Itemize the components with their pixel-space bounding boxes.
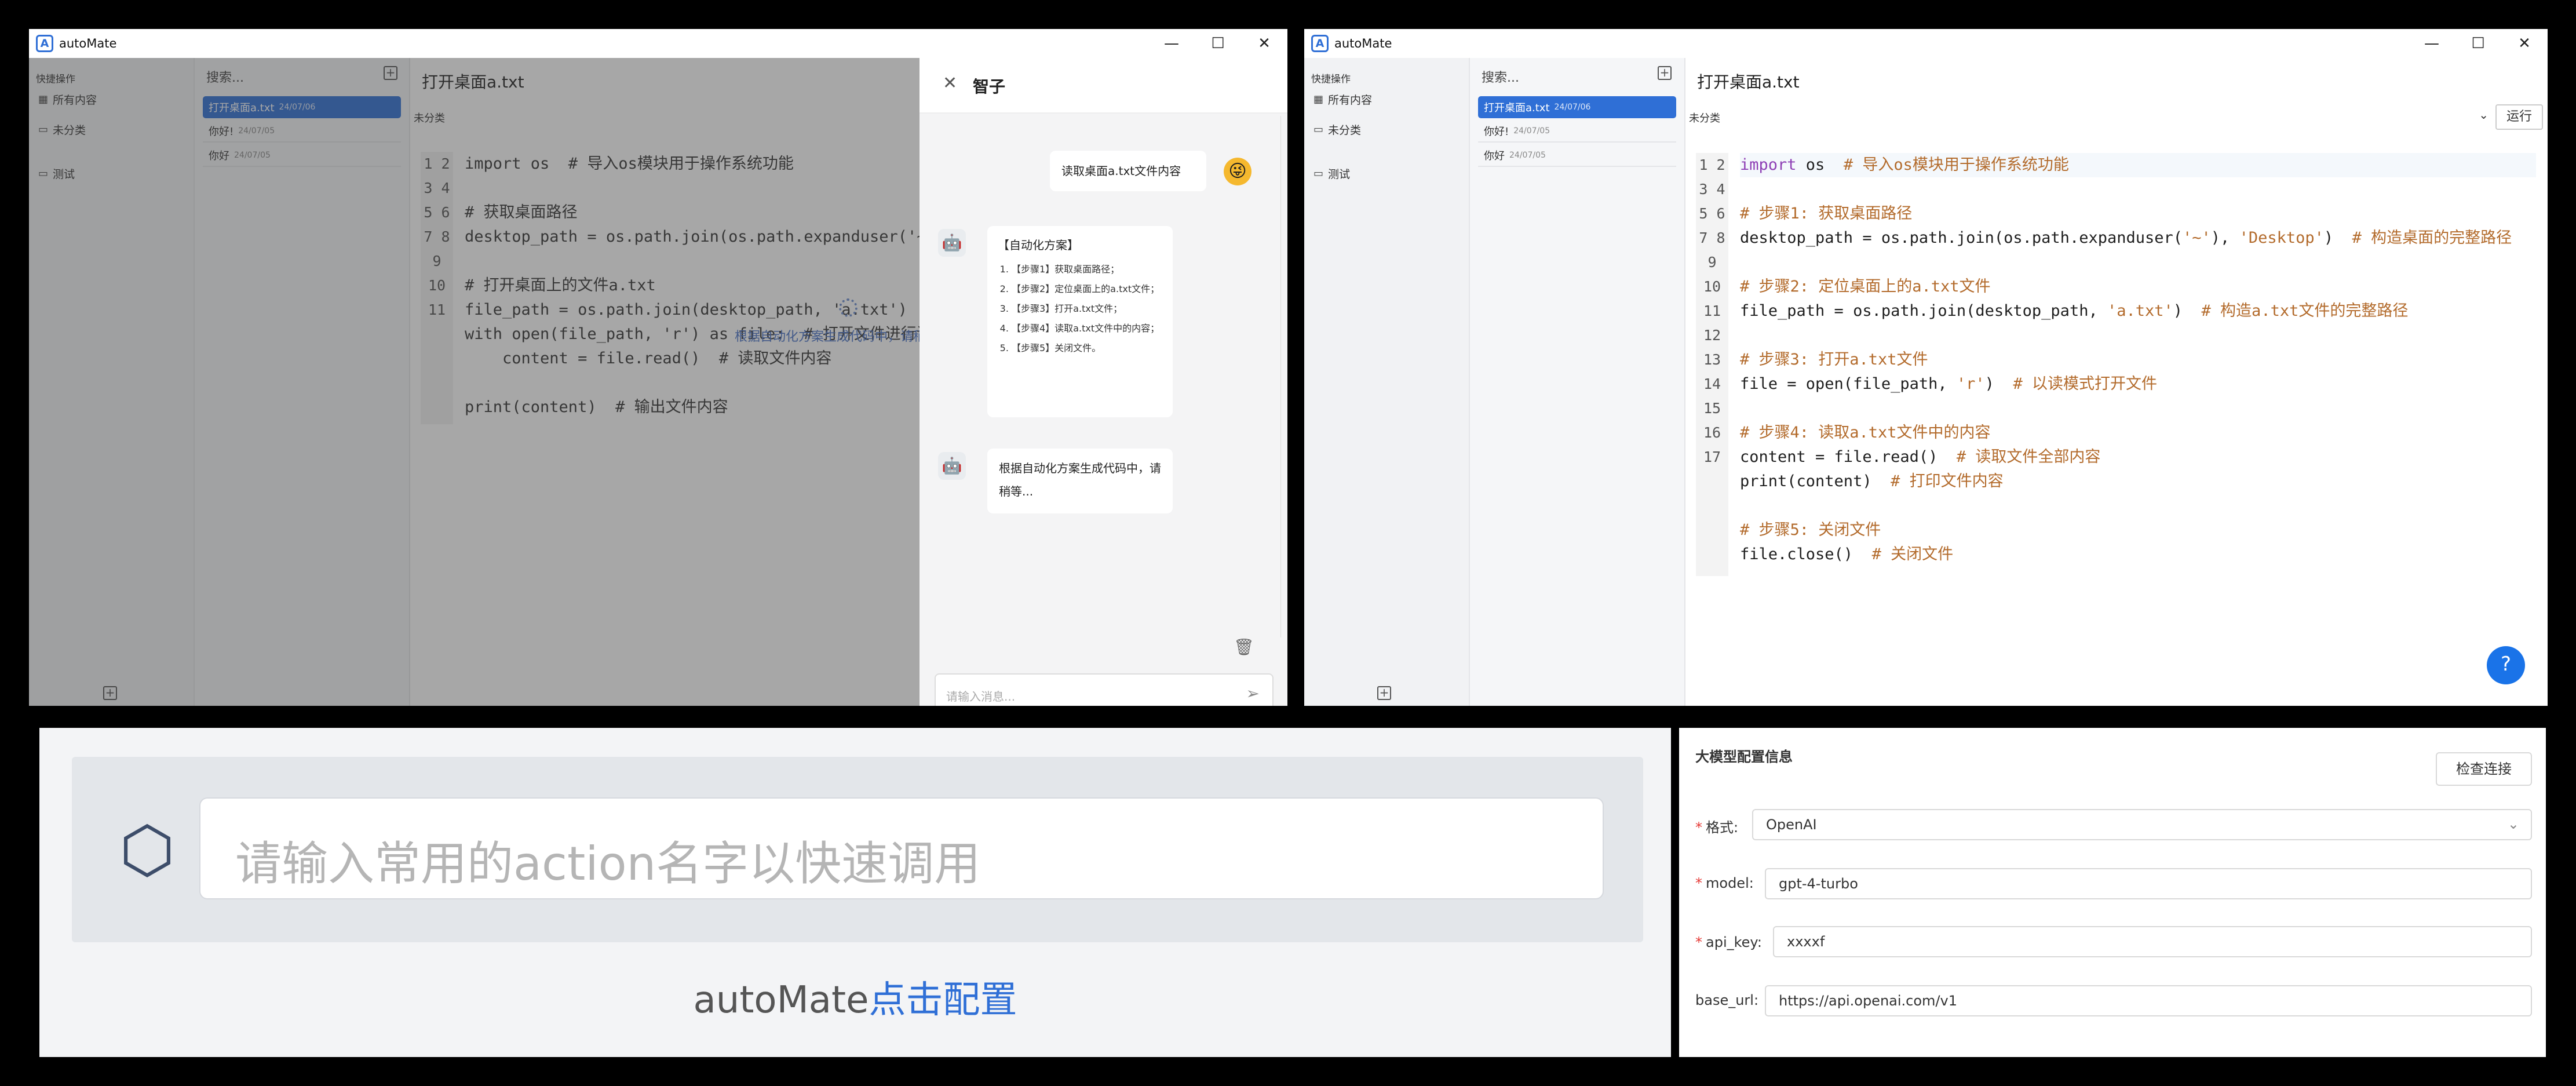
app-logo-icon: A <box>1311 35 1329 52</box>
maximize-button[interactable]: ☐ <box>2455 29 2501 58</box>
user-message: 读取桌面a.txt文件内容 <box>1050 151 1206 191</box>
left-window: A autoMate — ☐ ✕ 快捷操作 ▦ 所有内容 ▭ 未分类 ▭ 测试 + 搜… <box>29 29 1287 706</box>
editor-title: 打开桌面a.txt <box>1697 72 1800 92</box>
config-link[interactable]: 点击配置 <box>869 979 1017 1022</box>
quick-bar: ⬡ 请输入常用的action名字以快速调用 <box>72 757 1643 942</box>
delete-chat-icon[interactable]: 🗑 <box>1234 637 1254 657</box>
help-button[interactable]: ? <box>2487 646 2525 684</box>
config-footer: autoMate点击配置 <box>693 979 1017 1022</box>
maximize-button[interactable]: ☐ <box>1195 29 1241 58</box>
modal-overlay[interactable] <box>29 58 920 706</box>
config-title: 大模型配置信息 <box>1695 749 1793 765</box>
note-item[interactable]: 你好! 24/07/05 <box>1478 121 1676 143</box>
chat-title: 智子 <box>973 77 1006 96</box>
close-drawer-icon[interactable]: ✕ <box>943 73 957 93</box>
sidebar-item-test[interactable]: ▭ 测试 <box>1313 166 1350 181</box>
base-url-label: base_url: <box>1695 992 1759 1008</box>
bot-avatar-icon: 🤖 <box>938 452 966 480</box>
run-button[interactable]: 运行 <box>2495 104 2543 130</box>
editor: 打开桌面a.txt 未分类 ⌄ 运行 1 2 3 4 5 6 7 8 9 10 … <box>1685 58 2548 706</box>
message-input[interactable]: 请输入消息... ➢ <box>935 673 1274 706</box>
sidebar-item-all[interactable]: ▦ 所有内容 <box>1313 92 1372 107</box>
base-url-input[interactable]: https://api.openai.com/v1 <box>1765 985 2532 1016</box>
check-connection-button[interactable]: 检查连接 <box>2436 752 2532 786</box>
api-key-label: * api_key: <box>1695 934 1762 950</box>
status-message: 根据自动化方案生成代码中，请稍等... <box>987 449 1173 513</box>
api-key-input[interactable]: xxxxf <box>1773 926 2532 957</box>
hexagon-settings-icon: ⬡ <box>119 812 176 887</box>
folder-icon: ▭ <box>1313 167 1324 180</box>
folder-icon: ▭ <box>1313 123 1324 136</box>
scrollbar[interactable] <box>1280 116 1286 637</box>
title-bar: A autoMate — ☐ ✕ <box>1304 29 2548 58</box>
quick-action-input[interactable]: 请输入常用的action名字以快速调用 <box>199 797 1604 899</box>
app-title: autoMate <box>59 37 117 50</box>
format-label: * 格式: <box>1695 819 1739 836</box>
title-bar: A autoMate — ☐ ✕ <box>29 29 1287 58</box>
close-window-button[interactable]: ✕ <box>1241 29 1287 58</box>
llm-config-panel: 大模型配置信息 检查连接 * 格式: OpenAI ⌄ * model: gpt-4-… <box>1679 728 2546 1057</box>
grid-icon: ▦ <box>1313 93 1324 105</box>
category-select[interactable]: 未分类 ⌄ <box>1689 108 2489 125</box>
add-category-button[interactable]: + <box>1377 686 1391 700</box>
format-select[interactable]: OpenAI ⌄ <box>1752 809 2532 840</box>
app-logo-icon: A <box>36 35 53 52</box>
plan-step: 【步骤3】打开a.txt文件； <box>1012 299 1162 319</box>
model-label: * model: <box>1695 875 1754 891</box>
code-area[interactable]: import os # 导入os模块用于操作系统功能 # 步骤1: 获取桌面路径… <box>1740 153 2539 567</box>
sidebar: 快捷操作 ▦ 所有内容 ▭ 未分类 ▭ 测试 + <box>1304 58 1470 706</box>
plan-step: 【步骤4】读取a.txt文件中的内容； <box>1012 319 1162 338</box>
sidebar-header: 快捷操作 <box>1311 74 1351 85</box>
bot-avatar-icon: 🤖 <box>938 229 966 257</box>
send-icon[interactable]: ➢ <box>1246 684 1260 703</box>
quick-action-placeholder: 请输入常用的action名字以快速调用 <box>235 837 981 891</box>
notes-list: 搜索... + 打开桌面a.txt 24/07/06 你好! 24/07/05 你好… <box>1470 58 1685 706</box>
user-avatar: 😜 <box>1224 158 1251 185</box>
plan-message: 【自动化方案】 【步骤1】获取桌面路径； 【步骤2】定位桌面上的a.txt文件；… <box>987 226 1173 417</box>
add-note-button[interactable]: + <box>1658 66 1672 80</box>
quick-bar-panel: ⬡ 请输入常用的action名字以快速调用 autoMate点击配置 <box>39 728 1671 1057</box>
close-window-button[interactable]: ✕ <box>2501 29 2548 58</box>
note-item[interactable]: 你好 24/07/05 <box>1478 145 1676 167</box>
app-title: autoMate <box>1334 37 1392 50</box>
message-input-placeholder: 请输入消息... <box>946 690 1016 704</box>
plan-step: 【步骤2】定位桌面上的a.txt文件； <box>1012 279 1162 299</box>
chevron-down-icon: ⌄ <box>2507 816 2519 832</box>
sidebar-item-uncategorized[interactable]: ▭ 未分类 <box>1313 122 1361 137</box>
model-input[interactable]: gpt-4-turbo <box>1765 868 2532 899</box>
minimize-button[interactable]: — <box>2409 29 2455 58</box>
chevron-down-icon: ⌄ <box>2479 108 2489 122</box>
right-window: A autoMate — ☐ ✕ 快捷操作 ▦ 所有内容 ▭ 未分类 ▭ 测试 + 搜… <box>1304 29 2548 706</box>
chat-drawer: ✕ 智子 读取桌面a.txt文件内容 😜 🤖 【自动化方案】 【步骤1】获取桌面… <box>920 58 1287 706</box>
note-item[interactable]: 打开桌面a.txt 24/07/06 <box>1478 96 1676 118</box>
plan-step: 【步骤1】获取桌面路径； <box>1012 260 1162 279</box>
line-numbers: 1 2 3 4 5 6 7 8 9 10 11 12 13 14 15 16 1… <box>1696 153 1728 576</box>
minimize-button[interactable]: — <box>1148 29 1195 58</box>
plan-step: 【步骤5】关闭文件。 <box>1012 338 1162 358</box>
search-input[interactable]: 搜索... <box>1482 67 1519 86</box>
